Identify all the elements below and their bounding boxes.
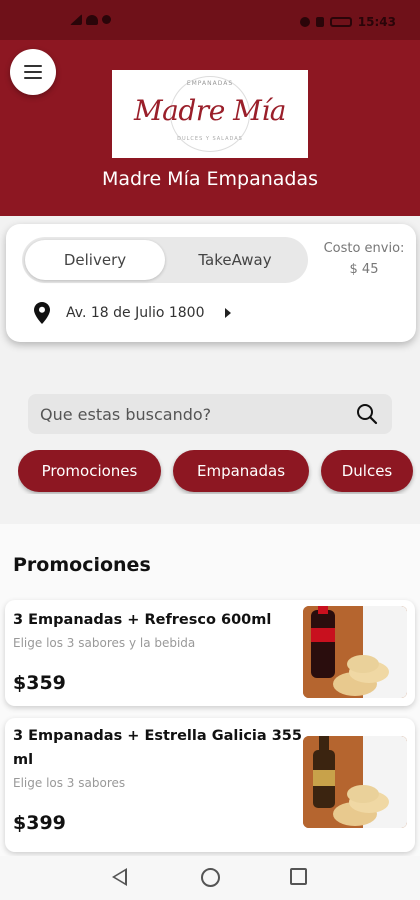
status-bar: 15:43 [0, 0, 420, 40]
chevron-right-icon [224, 308, 231, 318]
search-icon[interactable] [356, 403, 378, 429]
hamburger-icon [24, 65, 42, 83]
menu-button[interactable] [10, 49, 56, 95]
delivery-cost-label: Costo envio: [323, 241, 405, 256]
delivery-cost: Costo envio: $ 45 [316, 238, 412, 280]
clock: 15:43 [357, 15, 396, 29]
recent-apps-icon[interactable] [290, 868, 307, 885]
address-text: Av. 18 de Julio 1800 [66, 305, 205, 321]
signal-icon [70, 14, 82, 25]
logo-tagline-top: EMPANADAS [186, 80, 234, 87]
product-price: $359 [13, 672, 66, 694]
location-pin-icon [34, 302, 50, 324]
section-title: Promociones [13, 554, 151, 576]
product-card[interactable]: 3 Empanadas + Estrella Galicia 355 ml El… [5, 718, 415, 852]
product-image [303, 606, 407, 698]
product-image [303, 736, 407, 828]
search-bar [28, 394, 392, 434]
delivery-cost-value: $ 45 [349, 262, 379, 277]
product-card[interactable]: 3 Empanadas + Refresco 600ml Elige los 3… [5, 600, 415, 706]
back-icon[interactable] [112, 868, 127, 886]
logo-tagline-bottom: DULCES Y SALADAS [177, 136, 243, 142]
store-name: Madre Mía Empanadas [101, 168, 319, 190]
notification-icon [102, 15, 111, 24]
battery-icon [329, 17, 352, 27]
promotions-section: Promociones 3 Empanadas + Refresco 600ml… [0, 524, 420, 864]
category-chips: Promociones Empanadas Dulces [18, 450, 420, 494]
store-logo: EMPANADAS Madre Mía DULCES Y SALADAS [112, 70, 308, 158]
category-chip-empanadas[interactable]: Empanadas [173, 450, 309, 492]
alarm-icon [299, 17, 310, 27]
takeaway-option[interactable]: TakeAway [165, 240, 305, 280]
home-icon[interactable] [201, 868, 220, 887]
address-selector[interactable]: Av. 18 de Julio 1800 [34, 302, 231, 324]
search-input[interactable] [40, 394, 340, 434]
product-name: 3 Empanadas + Refresco 600ml [13, 612, 272, 628]
product-name: 3 Empanadas + Estrella Galicia 355 ml [13, 728, 302, 768]
category-chip-promociones[interactable]: Promociones [18, 450, 161, 492]
delivery-mode-toggle[interactable]: Delivery TakeAway [22, 237, 308, 283]
wifi-icon [86, 14, 98, 25]
product-description: Elige los 3 sabores [13, 776, 126, 790]
vibrate-icon [315, 17, 324, 27]
delivery-card: Delivery TakeAway Costo envio: $ 45 Av. … [6, 224, 416, 342]
product-price: $399 [13, 812, 66, 834]
delivery-option[interactable]: Delivery [25, 240, 165, 280]
store-header: EMPANADAS Madre Mía DULCES Y SALADAS Mad… [0, 40, 420, 216]
category-chip-dulces[interactable]: Dulces [321, 450, 413, 492]
logo-wordmark: Madre Mía [134, 94, 286, 127]
product-description: Elige los 3 sabores y la bebida [13, 636, 196, 650]
system-nav-bar [0, 856, 420, 900]
